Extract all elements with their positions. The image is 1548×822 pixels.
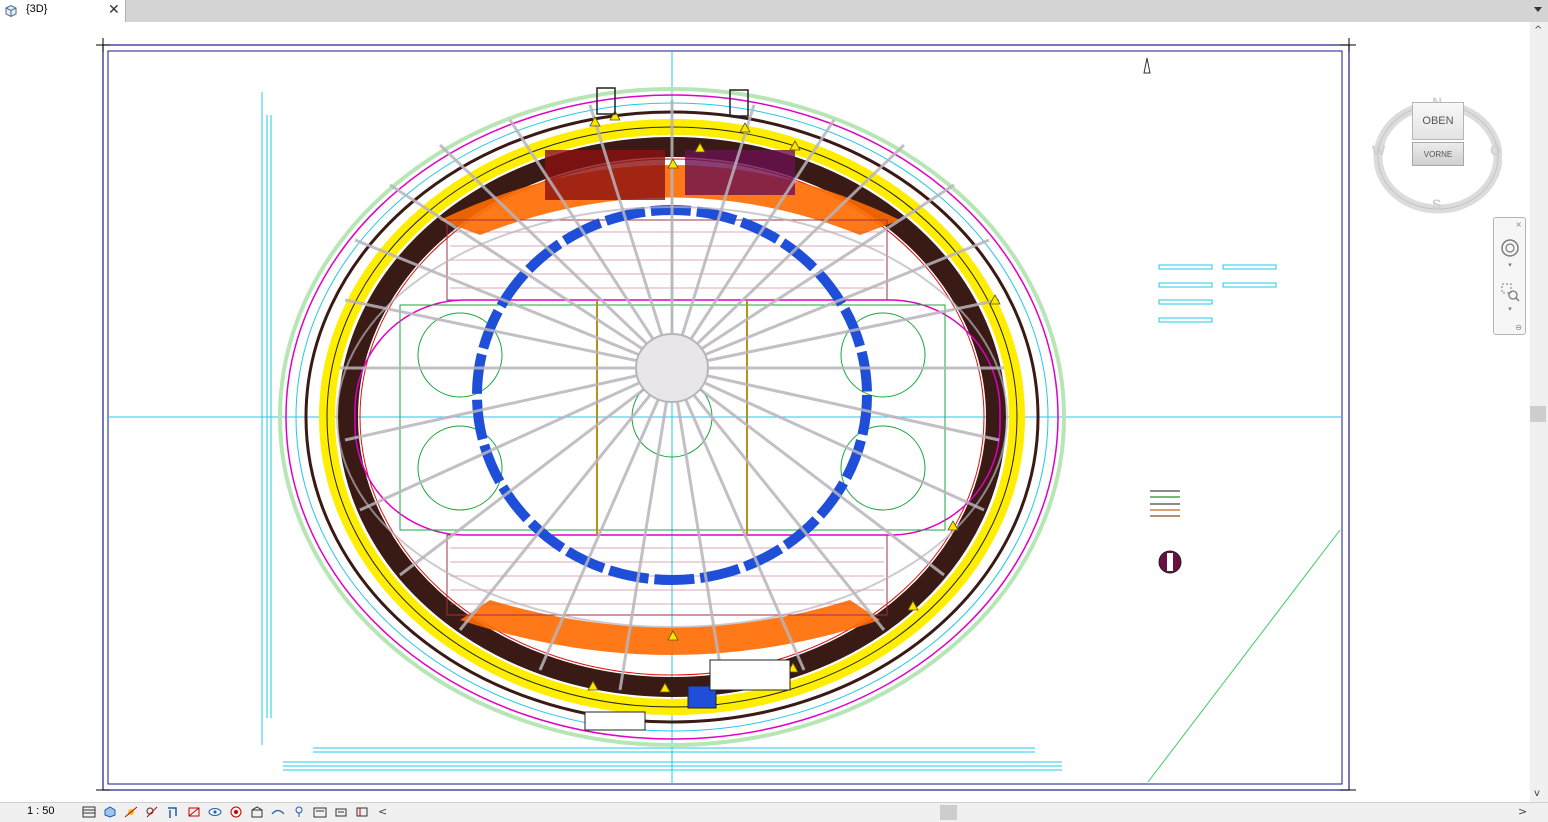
cube-face-front[interactable]: VORNE bbox=[1412, 142, 1464, 166]
compass-south[interactable]: S bbox=[1432, 196, 1441, 212]
visual-style-icon[interactable] bbox=[101, 804, 118, 820]
3d-view-icon bbox=[5, 4, 17, 18]
navbar-options-icon[interactable]: ⊖ bbox=[1515, 323, 1522, 332]
vertical-scroll-thumb[interactable] bbox=[1530, 406, 1546, 422]
view-scale[interactable]: 1 : 50 bbox=[27, 805, 55, 817]
reveal-hidden-icon[interactable] bbox=[227, 804, 244, 820]
drawing-viewport[interactable]: N W O S OBEN VORNE × ▾ ▾ ⊖ bbox=[0, 22, 1530, 802]
view-control-tools bbox=[80, 804, 370, 821]
scroll-left-icon[interactable]: < bbox=[378, 805, 387, 818]
highlight-displacement-icon[interactable] bbox=[290, 804, 307, 820]
tab-list-dropdown-icon[interactable] bbox=[1534, 7, 1542, 12]
sun-path-icon[interactable] bbox=[122, 804, 139, 820]
north-arrow-icon bbox=[1143, 57, 1151, 74]
zoom-dropdown-icon[interactable]: ▾ bbox=[1500, 304, 1520, 314]
crop-view-icon[interactable] bbox=[164, 804, 181, 820]
navigation-bar: × ▾ ▾ ⊖ bbox=[1493, 217, 1526, 335]
vertical-scrollbar[interactable]: ^ v bbox=[1530, 22, 1548, 802]
view-control-bar: 1 : 50 < > bbox=[0, 802, 1548, 822]
detail-level-icon[interactable] bbox=[80, 804, 97, 820]
temporary-view-properties-icon[interactable] bbox=[311, 804, 328, 820]
close-icon[interactable]: ✕ bbox=[108, 2, 120, 18]
view-template-icon[interactable] bbox=[353, 804, 370, 820]
scroll-down-icon[interactable]: v bbox=[1534, 788, 1540, 799]
cube-face-top[interactable]: OBEN bbox=[1412, 102, 1464, 140]
legend-lines bbox=[1158, 264, 1277, 323]
shadows-icon[interactable] bbox=[143, 804, 160, 820]
view-cube[interactable]: N W O S OBEN VORNE bbox=[1372, 94, 1502, 214]
compass-west[interactable]: W bbox=[1372, 142, 1385, 158]
reveal-constraints-icon[interactable] bbox=[332, 804, 349, 820]
tab-3d-view[interactable]: {3D} ✕ bbox=[0, 0, 126, 22]
steering-wheel-icon[interactable] bbox=[1500, 238, 1520, 258]
temporary-hide-icon[interactable] bbox=[206, 804, 223, 820]
view-tab-bar: {3D} ✕ bbox=[0, 0, 1548, 23]
scroll-right-icon[interactable]: > bbox=[1518, 805, 1527, 818]
tab-title: {3D} bbox=[26, 3, 48, 15]
worksharing-icon[interactable] bbox=[248, 804, 265, 820]
horizontal-scroll-thumb[interactable] bbox=[940, 805, 957, 820]
compass-east[interactable]: O bbox=[1490, 142, 1501, 158]
zoom-region-icon[interactable] bbox=[1500, 282, 1520, 302]
steering-wheel-dropdown-icon[interactable]: ▾ bbox=[1500, 260, 1520, 270]
arena-plan-drawing bbox=[96, 38, 1356, 791]
scroll-up-icon[interactable]: ^ bbox=[1534, 25, 1542, 36]
analytical-model-icon[interactable] bbox=[269, 804, 286, 820]
navbar-close-icon[interactable]: × bbox=[1515, 220, 1522, 229]
show-crop-icon[interactable] bbox=[185, 804, 202, 820]
